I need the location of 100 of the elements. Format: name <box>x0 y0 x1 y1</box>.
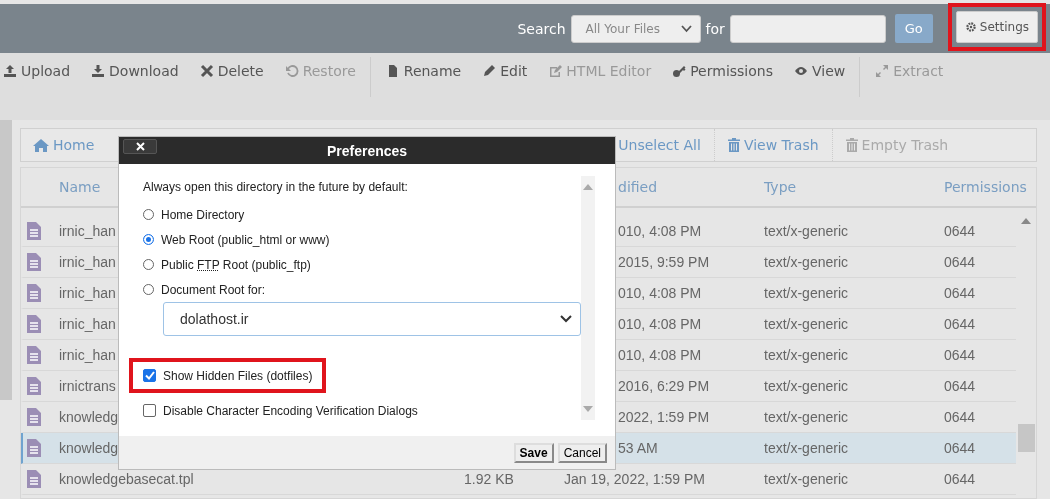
file-icon <box>27 408 41 426</box>
scrollbar-thumb[interactable] <box>1017 424 1035 452</box>
toolbar-button[interactable]: Edit <box>479 61 531 81</box>
table-cell: irnictrans <box>59 378 116 394</box>
close-button[interactable] <box>123 139 157 154</box>
scroll-up-icon <box>1021 218 1031 224</box>
checkbox-label: Show Hidden Files (dotfiles) <box>163 368 313 383</box>
table-cell: 0644 <box>944 254 976 270</box>
file-icon <box>27 377 41 395</box>
table-cell: 010, 4:08 PM <box>618 285 702 301</box>
table-cell: irnic_han <box>59 223 116 239</box>
table-cell: text/x-generic <box>764 223 849 239</box>
file-icon <box>27 253 41 271</box>
edit-icon <box>548 64 563 78</box>
scrollbar[interactable] <box>0 120 12 400</box>
option-label: Document Root for: <box>161 282 266 297</box>
toolbar-link[interactable]: View Trash <box>713 129 832 161</box>
key-icon <box>672 64 687 78</box>
pencil-icon <box>482 64 497 78</box>
file-icon <box>27 315 41 333</box>
go-button[interactable]: Go <box>894 14 933 43</box>
table-cell: text/x-generic <box>764 378 849 394</box>
table-cell: irnic_han <box>59 316 116 332</box>
toolbar-button[interactable]: Permissions <box>669 61 776 81</box>
radio-button[interactable] <box>143 234 154 245</box>
domain-select[interactable]: dolathost.ir <box>163 302 581 336</box>
table-cell: 0644 <box>944 223 976 239</box>
option-label: Public FTP Root (public_ftp) <box>161 257 311 272</box>
search-label: Search <box>517 20 566 37</box>
table-cell: text/x-generic <box>764 440 849 456</box>
table-cell: 2022, 1:59 PM <box>618 409 710 425</box>
table-cell: 010, 4:08 PM <box>618 223 702 239</box>
file-icon <box>27 284 41 302</box>
table-cell: 53 AM <box>618 440 658 456</box>
checkbox[interactable] <box>143 369 156 382</box>
trash-icon <box>845 138 858 152</box>
undo-icon <box>284 64 299 78</box>
table-cell: 0644 <box>944 378 976 394</box>
table-cell: 0644 <box>944 316 976 332</box>
search-scope-select[interactable]: All Your Files <box>570 14 701 43</box>
table-cell: knowledg <box>59 440 119 456</box>
table-cell: 010, 4:08 PM <box>618 316 702 332</box>
toolbar-button[interactable]: Delete <box>196 61 267 81</box>
chevron-down-icon <box>560 315 572 323</box>
table-cell: 1.92 KB <box>464 471 514 487</box>
option-label: Home Directory <box>161 207 245 222</box>
dialog-title: Preferences <box>325 142 409 159</box>
cancel-button[interactable]: Cancel <box>557 442 607 463</box>
table-cell: 2015, 9:59 PM <box>618 254 710 270</box>
home-link[interactable]: Home <box>21 129 108 161</box>
download-icon <box>91 64 106 78</box>
scroll-up-icon <box>583 184 593 190</box>
toolbar-button[interactable]: Upload <box>0 61 74 81</box>
scrollbar[interactable] <box>581 176 595 420</box>
expand-icon <box>875 64 890 78</box>
search-field[interactable] <box>729 14 886 43</box>
file-icon <box>27 346 41 364</box>
table-cell: 0644 <box>944 285 976 301</box>
trash-icon <box>727 138 740 152</box>
column-header[interactable]: Type <box>764 179 944 195</box>
toolbar-link[interactable]: Unselect All <box>605 129 714 161</box>
save-button[interactable]: Save <box>513 442 554 463</box>
table-cell: text/x-generic <box>764 254 849 270</box>
toolbar-button[interactable]: Rename <box>382 61 465 81</box>
table-cell: text/x-generic <box>764 285 849 301</box>
table-cell: text/x-generic <box>764 347 849 363</box>
table-cell: irnic_han <box>59 254 116 270</box>
file-icon <box>27 470 41 488</box>
settings-button[interactable]: Settings <box>955 10 1038 43</box>
radio-button[interactable] <box>143 284 154 295</box>
column-header[interactable]: dified <box>618 179 764 195</box>
for-label: for <box>705 20 725 37</box>
upload-icon <box>3 64 17 78</box>
file-icon <box>27 222 41 240</box>
close-icon <box>135 142 145 151</box>
radio-button[interactable] <box>143 209 154 220</box>
option-label: Web Root (public_html or www) <box>161 232 330 247</box>
radio-button[interactable] <box>143 259 154 270</box>
table-cell: text/x-generic <box>764 471 849 487</box>
column-header[interactable]: Permissions <box>944 179 1036 195</box>
checkbox[interactable] <box>143 404 156 417</box>
prompt-text: Always open this directory in the future by default: <box>143 180 409 194</box>
gear-icon <box>964 20 977 33</box>
toolbar-button[interactable]: View <box>791 61 849 81</box>
table-cell: irnic_han <box>59 285 116 301</box>
toolbar-button[interactable]: Download <box>88 61 182 81</box>
table-cell: knowledg <box>59 409 119 425</box>
scroll-down-icon <box>583 406 593 412</box>
table-cell: 0644 <box>944 409 976 425</box>
eye-icon <box>794 64 808 78</box>
table-cell: irnic_han <box>59 347 116 363</box>
checkbox-label: Disable Character Encoding Verification Dialogs <box>163 403 418 418</box>
table-cell: knowledgebasecat.tpl <box>59 471 194 487</box>
table-cell: text/x-generic <box>764 316 849 332</box>
table-cell: 0644 <box>944 440 976 456</box>
table-cell: text/x-generic <box>764 409 849 425</box>
table-cell: 010, 4:08 PM <box>618 347 702 363</box>
table-cell: 2016, 6:29 PM <box>618 378 710 394</box>
home-icon <box>33 138 49 152</box>
cross-icon <box>199 64 214 78</box>
